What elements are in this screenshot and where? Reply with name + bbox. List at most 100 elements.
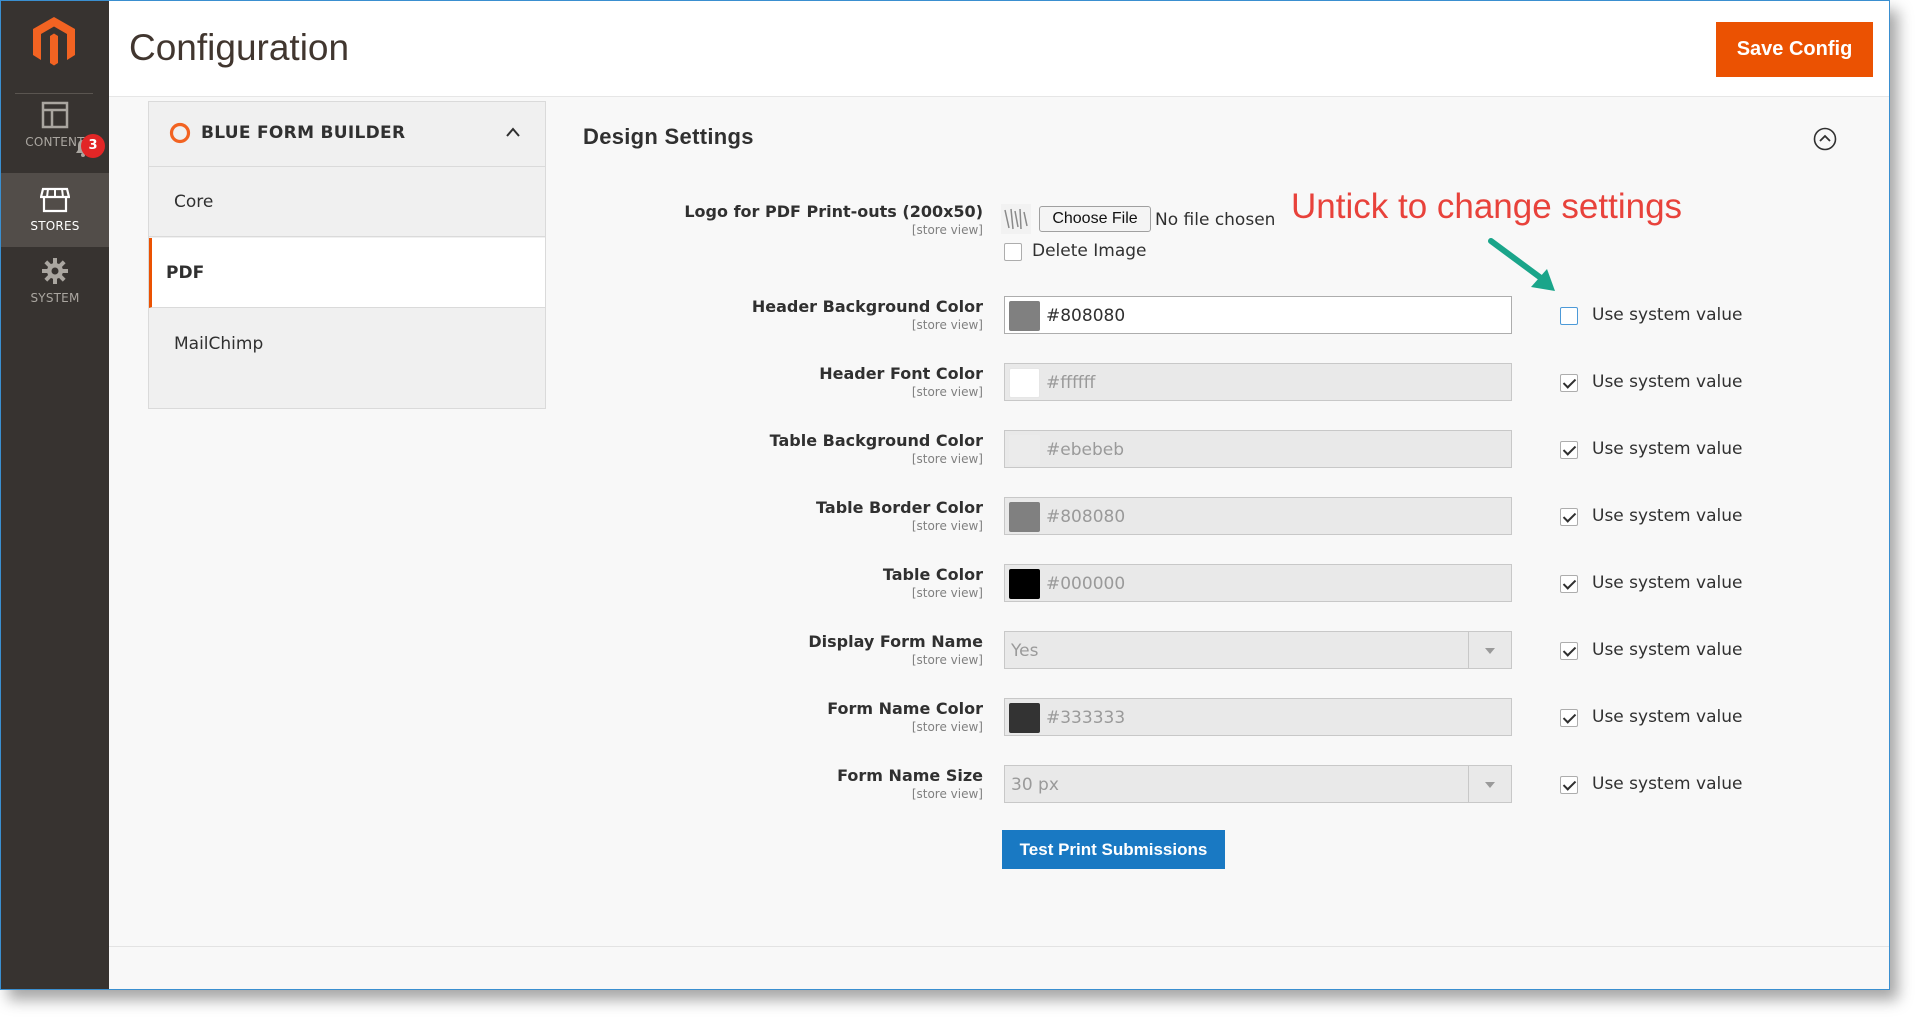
notification-badge[interactable]: 3 <box>81 134 105 158</box>
use-system-label: Use system value <box>1592 573 1743 593</box>
select-value: 30 px <box>1011 775 1059 795</box>
form-name-size-select[interactable]: 30 px <box>1004 765 1512 803</box>
use-system-value-option[interactable]: Use system value <box>1560 506 1780 530</box>
sidebar-item-label: SYSTEM <box>30 291 80 305</box>
scope-label: [store view] <box>911 586 983 600</box>
tab-mailchimp[interactable]: MailChimp <box>149 309 545 379</box>
field-label: Header Font Color [store view] <box>583 364 983 399</box>
use-system-label: Use system value <box>1592 372 1743 392</box>
use-system-value-option[interactable]: Use system value <box>1560 774 1780 798</box>
choose-file-button[interactable]: Choose File <box>1039 206 1151 232</box>
field-label: Table Border Color [store view] <box>583 498 983 533</box>
use-system-label: Use system value <box>1592 707 1743 727</box>
tab-group-header[interactable]: BLUE FORM BUILDER <box>149 102 545 167</box>
use-system-label: Use system value <box>1592 439 1743 459</box>
color-swatch[interactable] <box>1009 301 1040 331</box>
chevron-down-icon[interactable] <box>1468 766 1511 802</box>
field-label: Header Background Color [store view] <box>583 297 983 332</box>
tab-core[interactable]: Core <box>149 167 545 237</box>
field-label-text: Table Border Color <box>816 498 983 517</box>
form-name-color-input[interactable]: #333333 <box>1004 698 1512 736</box>
section-title[interactable]: Design Settings <box>583 124 754 150</box>
use-system-value-option[interactable]: Use system value <box>1560 573 1780 597</box>
field-label: Form Name Size [store view] <box>583 766 983 801</box>
scope-label: [store view] <box>911 519 983 533</box>
field-label: Table Color [store view] <box>583 565 983 600</box>
app-window: CONTENT 3 STORES SYSTEM Configuration Sa… <box>0 0 1890 990</box>
use-system-label: Use system value <box>1592 774 1743 794</box>
sidebar-item-stores[interactable]: STORES <box>1 173 109 247</box>
page-title: Configuration <box>129 27 350 68</box>
table-background-color-input[interactable]: #ebebeb <box>1004 430 1512 468</box>
magento-logo-icon[interactable] <box>31 15 77 67</box>
logo-preview-icon <box>1001 204 1031 234</box>
color-value: #333333 <box>1046 708 1126 728</box>
chevron-up-icon[interactable] <box>505 126 521 138</box>
admin-sidebar: CONTENT 3 STORES SYSTEM <box>1 1 109 989</box>
use-system-value-option[interactable]: Use system value <box>1560 707 1780 731</box>
display-form-name-select[interactable]: Yes <box>1004 631 1512 669</box>
brand-ring-icon <box>169 122 191 144</box>
annotation-text: Untick to change settings <box>1291 187 1683 226</box>
field-label: Logo for PDF Print-outs (200x50) [store … <box>583 202 983 237</box>
table-color-input[interactable]: #000000 <box>1004 564 1512 602</box>
color-swatch[interactable] <box>1009 502 1040 532</box>
color-swatch[interactable] <box>1009 569 1040 599</box>
color-swatch[interactable] <box>1009 368 1040 398</box>
scope-label: [store view] <box>911 653 983 667</box>
use-system-checkbox[interactable] <box>1560 642 1578 660</box>
field-label: Form Name Color [store view] <box>583 699 983 734</box>
color-swatch[interactable] <box>1009 703 1040 733</box>
use-system-checkbox[interactable] <box>1560 441 1578 459</box>
use-system-checkbox[interactable] <box>1560 709 1578 727</box>
use-system-checkbox[interactable] <box>1560 374 1578 392</box>
field-label: Table Background Color [store view] <box>583 431 983 466</box>
test-print-submissions-button[interactable]: Test Print Submissions <box>1002 830 1225 869</box>
scope-label: [store view] <box>911 318 983 332</box>
footer-divider <box>109 946 1889 947</box>
use-system-checkbox[interactable] <box>1560 776 1578 794</box>
use-system-checkbox[interactable] <box>1560 307 1578 325</box>
use-system-value-option[interactable]: Use system value <box>1560 305 1780 329</box>
table-border-color-input[interactable]: #808080 <box>1004 497 1512 535</box>
config-tabs: BLUE FORM BUILDER Core PDF MailChimp <box>148 101 546 409</box>
header-font-color-input[interactable]: #ffffff <box>1004 363 1512 401</box>
color-value: #808080 <box>1046 306 1126 326</box>
scope-label: [store view] <box>911 385 983 399</box>
scope-label: [store view] <box>911 787 983 801</box>
color-value: #808080 <box>1046 507 1126 527</box>
field-label-text: Display Form Name <box>808 632 983 651</box>
chevron-down-icon[interactable] <box>1468 632 1511 668</box>
save-config-button[interactable]: Save Config <box>1716 22 1873 77</box>
use-system-checkbox[interactable] <box>1560 508 1578 526</box>
sidebar-item-system[interactable]: SYSTEM <box>1 257 109 331</box>
collapse-icon[interactable] <box>1813 127 1837 151</box>
tab-group-title: BLUE FORM BUILDER <box>201 123 406 143</box>
field-label-text: Header Background Color <box>751 297 983 316</box>
scope-label: [store view] <box>911 452 983 466</box>
use-system-label: Use system value <box>1592 506 1743 526</box>
sidebar-item-label: STORES <box>30 219 80 233</box>
page-header: Configuration Save Config <box>109 1 1889 97</box>
sidebar-divider <box>15 93 93 94</box>
use-system-value-option[interactable]: Use system value <box>1560 372 1780 396</box>
field-label-text: Table Color <box>882 565 983 584</box>
delete-image-label: Delete Image <box>1032 241 1147 261</box>
field-label-text: Table Background Color <box>769 431 983 450</box>
field-label-text: Form Name Size <box>837 766 983 785</box>
color-swatch[interactable] <box>1009 435 1040 465</box>
field-label-text: Form Name Color <box>827 699 983 718</box>
use-system-checkbox[interactable] <box>1560 575 1578 593</box>
field-label-text: Header Font Color <box>819 364 983 383</box>
tab-pdf[interactable]: PDF <box>149 238 545 308</box>
use-system-value-option[interactable]: Use system value <box>1560 439 1780 463</box>
delete-image-checkbox[interactable] <box>1004 243 1022 261</box>
use-system-value-option[interactable]: Use system value <box>1560 640 1780 664</box>
header-background-color-input[interactable]: #808080 <box>1004 296 1512 334</box>
use-system-label: Use system value <box>1592 305 1743 325</box>
no-file-text: No file chosen <box>1155 210 1276 230</box>
color-value: #000000 <box>1046 574 1126 594</box>
scope-label: [store view] <box>911 720 983 734</box>
color-value: #ffffff <box>1046 373 1096 393</box>
delete-image-option[interactable]: Delete Image <box>1004 241 1204 265</box>
